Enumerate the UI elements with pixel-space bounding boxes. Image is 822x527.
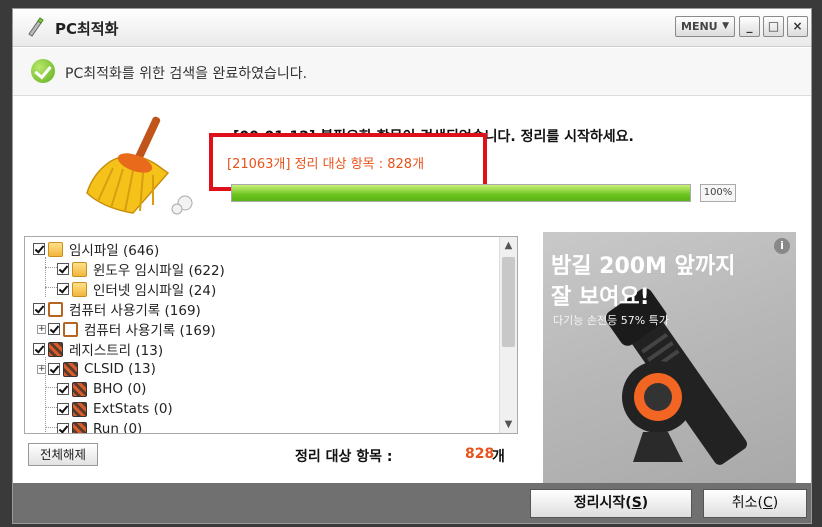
progress-fill (232, 185, 690, 201)
checkbox[interactable] (33, 303, 45, 315)
start-cleanup-button[interactable]: 정리시작(S) (530, 489, 692, 518)
cancel-label: 취소( (731, 495, 763, 511)
tree-item-label: BHO (0) (93, 381, 147, 397)
menu-label: MENU (681, 20, 718, 33)
scroll-down-icon[interactable]: ▼ (500, 416, 517, 433)
checkbox[interactable] (57, 263, 69, 275)
pc-optimizer-window: PC최적화 MENU ▼ _ □ × PC최적화를 위한 검색을 완료하였습니다… (12, 8, 812, 524)
scroll-thumb[interactable] (502, 257, 515, 347)
checkbox[interactable] (57, 403, 69, 415)
tree-item-bho[interactable]: BHO (0) (57, 379, 146, 399)
tree-item-label: 컴퓨터 사용기록 (169) (84, 323, 216, 339)
tree-item-label: 컴퓨터 사용기록 (169) (69, 303, 201, 319)
cancel-button[interactable]: 취소(C) (703, 489, 807, 518)
checkbox[interactable] (57, 383, 69, 395)
highlight-box: [21063개] 정리 대상 항목 : 828개 (209, 133, 487, 191)
footer-bar: 정리시작(S) 취소(C) (13, 483, 811, 523)
title-bar: PC최적화 MENU ▼ _ □ × (13, 9, 811, 47)
ad-subtitle: 다기능 손전등 57% 특가 (553, 314, 669, 327)
registry-icon (63, 361, 78, 377)
folder-icon (48, 241, 63, 257)
tree-item-label: Run (0) (93, 421, 143, 434)
tree-item-label: 윈도우 임시파일 (622) (93, 263, 225, 279)
tree-line (45, 257, 46, 297)
document-icon (48, 301, 63, 317)
broom-app-icon (28, 17, 44, 37)
window-title: PC최적화 (55, 20, 119, 38)
progress-percent: 100% (700, 184, 736, 202)
tree-item-temp-files[interactable]: 임시파일 (646) (33, 239, 159, 259)
status-row: PC최적화를 위한 검색을 완료하였습니다. (13, 48, 811, 96)
cleanup-count-message: [21063개] 정리 대상 항목 : 828개 (227, 157, 425, 172)
menu-button[interactable]: MENU ▼ (675, 16, 735, 37)
checkbox[interactable] (57, 423, 69, 433)
registry-icon (72, 401, 87, 417)
start-label: 정리시작( (573, 495, 632, 511)
cancel-label-end: ) (772, 495, 779, 511)
close-button[interactable]: × (787, 16, 808, 37)
cleanup-tree: 임시파일 (646) 윈도우 임시파일 (622) 인터넷 임시파일 (24) … (24, 236, 518, 434)
folder-icon (72, 261, 87, 277)
ad-banner[interactable]: 밤길 200M 앞까지 잘 보여요! 다기능 손전등 57% 특가 i (543, 232, 796, 484)
tree-item-clsid[interactable]: + CLSID (13) (37, 359, 156, 379)
folder-icon (72, 281, 87, 297)
tree-item-windows-temp[interactable]: 윈도우 임시파일 (622) (57, 259, 225, 279)
start-shortcut: S (631, 495, 642, 511)
tree-item-label: 인터넷 임시파일 (24) (93, 283, 217, 299)
broom-icon (86, 116, 193, 215)
expand-plus-icon[interactable]: + (37, 364, 46, 374)
tree-item-usage-history[interactable]: 컴퓨터 사용기록 (169) (33, 299, 201, 319)
checkbox[interactable] (33, 243, 45, 255)
progress-bar (231, 184, 691, 202)
check-circle-icon (31, 59, 55, 83)
checkbox[interactable] (57, 283, 69, 295)
summary-count: 828 (465, 446, 495, 462)
tree-scrollbar[interactable]: ▲ ▼ (499, 237, 517, 433)
registry-icon (48, 341, 63, 357)
tree-item-usage-history-child[interactable]: + 컴퓨터 사용기록 (169) (37, 319, 216, 339)
document-icon (63, 321, 78, 337)
tree-item-label: ExtStats (0) (93, 401, 173, 417)
tree-item-label: 레지스트리 (13) (69, 343, 164, 359)
checkbox[interactable] (33, 343, 45, 355)
minimize-button[interactable]: _ (739, 16, 760, 37)
summary-unit: 개 (492, 449, 505, 465)
tree-item-registry[interactable]: 레지스트리 (13) (33, 339, 163, 359)
uncheck-all-button[interactable]: 전체해제 (28, 443, 98, 466)
registry-icon (72, 381, 87, 397)
status-message: PC최적화를 위한 검색을 완료하였습니다. (65, 66, 308, 82)
checkbox[interactable] (48, 363, 60, 375)
expand-plus-icon[interactable]: + (37, 324, 46, 334)
scroll-up-icon[interactable]: ▲ (500, 237, 517, 254)
maximize-button[interactable]: □ (763, 16, 784, 37)
info-icon[interactable]: i (774, 238, 790, 254)
tree-item-internet-temp[interactable]: 인터넷 임시파일 (24) (57, 279, 216, 299)
ad-headline-2: 잘 보여요! (551, 285, 650, 310)
checkbox[interactable] (48, 323, 60, 335)
chevron-down-icon: ▼ (722, 21, 729, 31)
ad-headline-1: 밤길 200M 앞까지 (551, 254, 736, 279)
start-label-end: ) (641, 495, 649, 511)
tree-item-label: 임시파일 (646) (69, 243, 160, 259)
cancel-shortcut: C (762, 495, 773, 511)
summary-label: 정리 대상 항목 : (295, 449, 393, 465)
tree-item-label: CLSID (13) (84, 361, 156, 377)
tree-item-run[interactable]: Run (0) (57, 419, 143, 434)
tree-item-extstats[interactable]: ExtStats (0) (57, 399, 173, 419)
registry-icon (72, 421, 87, 433)
